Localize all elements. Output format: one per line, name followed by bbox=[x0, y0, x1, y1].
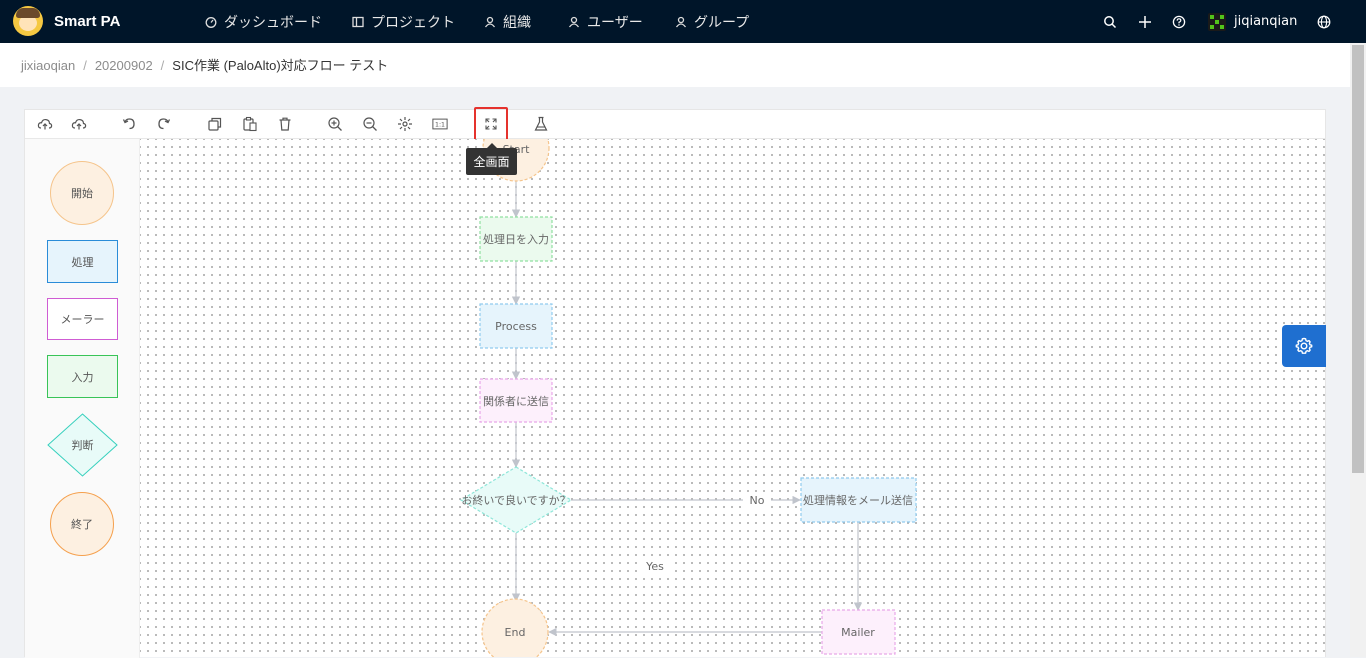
palette-process-label: 処理 bbox=[71, 255, 94, 269]
breadcrumb-bar: jixiaoqian/20200902/SIC作業 (PaloAlto)対応フロ… bbox=[0, 43, 1350, 87]
top-navigation-bar: Smart PA ダッシュボード プロジェクト 組織 ユーザー グループ jiq… bbox=[0, 0, 1366, 43]
nav-user[interactable]: ユーザー bbox=[568, 0, 643, 43]
dashboard-icon bbox=[205, 16, 217, 28]
breadcrumb-item-owner[interactable]: jixiaoqian bbox=[21, 58, 75, 73]
svg-text:1:1: 1:1 bbox=[435, 122, 445, 129]
actual-size-icon[interactable]: 1:1 bbox=[432, 116, 448, 132]
node-input-date-label: 処理日を入力 bbox=[483, 233, 549, 246]
fit-view-icon[interactable] bbox=[397, 116, 413, 132]
palette-input-node[interactable]: 入力 bbox=[47, 355, 118, 398]
scrollbar-thumb[interactable] bbox=[1352, 45, 1364, 473]
breadcrumb: jixiaoqian/20200902/SIC作業 (PaloAlto)対応フロ… bbox=[21, 58, 389, 73]
flow-editor: 1:1 全画面 開始 処理 メーラー 入力 判断 終了 No Yes 処理日を入… bbox=[24, 107, 1326, 658]
search-icon[interactable] bbox=[1103, 15, 1117, 29]
edge-label-no: No bbox=[750, 494, 765, 507]
flow-canvas[interactable]: No Yes Start 処理日を入力 Process 関係者に送信 bbox=[140, 139, 1325, 657]
settings-button[interactable] bbox=[1282, 325, 1326, 367]
user-icon bbox=[568, 16, 580, 27]
fullscreen-icon[interactable] bbox=[483, 116, 499, 132]
user-avatar bbox=[1208, 12, 1226, 31]
node-mail-info-label: 処理情報をメール送信 bbox=[803, 493, 913, 507]
copy-icon[interactable] bbox=[207, 116, 223, 132]
node-process[interactable]: Process bbox=[479, 303, 553, 349]
palette-start-node[interactable]: 開始 bbox=[50, 161, 114, 225]
nav-group[interactable]: グループ bbox=[675, 0, 749, 43]
node-send-related-label: 関係者に送信 bbox=[483, 394, 549, 408]
palette-start-label: 開始 bbox=[71, 187, 93, 200]
nav-project-label: プロジェクト bbox=[371, 14, 455, 31]
zoom-in-icon[interactable] bbox=[327, 116, 343, 132]
plus-icon[interactable] bbox=[1138, 15, 1152, 29]
shape-palette: 開始 処理 メーラー 入力 判断 終了 bbox=[25, 139, 140, 658]
node-decision-label: お終いで良いですか？ bbox=[461, 493, 570, 507]
cloud-upload-icon[interactable] bbox=[71, 116, 87, 132]
user-menu[interactable]: jiqianqian bbox=[1208, 0, 1297, 43]
nav-user-label: ユーザー bbox=[587, 14, 643, 31]
nav-dashboard-label: ダッシュボード bbox=[224, 14, 322, 31]
redo-icon[interactable] bbox=[156, 116, 172, 132]
gear-icon bbox=[1295, 337, 1313, 354]
delete-icon[interactable] bbox=[277, 116, 293, 132]
palette-decision-node[interactable]: 判断 bbox=[47, 413, 118, 477]
test-run-icon[interactable] bbox=[533, 116, 549, 132]
nav-group-label: グループ bbox=[694, 14, 750, 31]
node-mailer[interactable]: Mailer bbox=[821, 609, 896, 655]
page-scrollbar[interactable] bbox=[1350, 43, 1366, 657]
node-input-date[interactable]: 処理日を入力 bbox=[479, 216, 553, 262]
nav-dashboard[interactable]: ダッシュボード bbox=[205, 0, 322, 43]
palette-end-node[interactable]: 終了 bbox=[50, 492, 114, 556]
nav-project[interactable]: プロジェクト bbox=[352, 0, 455, 43]
group-icon bbox=[675, 16, 687, 27]
help-icon[interactable] bbox=[1172, 15, 1186, 29]
palette-end-label: 終了 bbox=[71, 518, 93, 531]
team-icon bbox=[484, 16, 496, 27]
brand-avatar-logo bbox=[13, 6, 43, 36]
nav-organization-label: 組織 bbox=[503, 14, 531, 31]
palette-input-label: 入力 bbox=[71, 370, 94, 384]
brand-logo-link[interactable]: Smart PA bbox=[13, 6, 120, 36]
paste-icon[interactable] bbox=[242, 116, 258, 132]
brand-name: Smart PA bbox=[54, 12, 121, 30]
palette-process-node[interactable]: 処理 bbox=[47, 240, 118, 283]
nav-organization[interactable]: 組織 bbox=[484, 0, 531, 43]
fullscreen-tooltip: 全画面 bbox=[466, 143, 517, 175]
breadcrumb-item-project[interactable]: 20200902 bbox=[95, 58, 153, 73]
palette-mailer-node[interactable]: メーラー bbox=[47, 298, 118, 340]
undo-icon[interactable] bbox=[121, 116, 137, 132]
breadcrumb-item-current: SIC作業 (PaloAlto)対応フロー テスト bbox=[172, 58, 389, 73]
username: jiqianqian bbox=[1234, 14, 1298, 29]
upload-icon[interactable] bbox=[37, 116, 53, 132]
editor-toolbar: 1:1 bbox=[25, 107, 1325, 141]
node-end-label: End bbox=[505, 626, 526, 639]
palette-mailer-label: メーラー bbox=[60, 313, 105, 326]
globe-icon[interactable] bbox=[1317, 15, 1331, 29]
node-mail-info[interactable]: 処理情報をメール送信 bbox=[800, 477, 917, 523]
node-mailer-label: Mailer bbox=[841, 626, 875, 639]
edge-label-yes: Yes bbox=[645, 560, 664, 573]
node-decision[interactable]: お終いで良いですか？ bbox=[459, 466, 573, 534]
palette-decision-label: 判断 bbox=[71, 439, 94, 452]
node-process-label: Process bbox=[495, 320, 537, 333]
zoom-out-icon[interactable] bbox=[362, 116, 378, 132]
node-send-related[interactable]: 関係者に送信 bbox=[479, 378, 553, 423]
project-icon bbox=[352, 16, 364, 27]
node-end[interactable]: End bbox=[481, 598, 549, 657]
